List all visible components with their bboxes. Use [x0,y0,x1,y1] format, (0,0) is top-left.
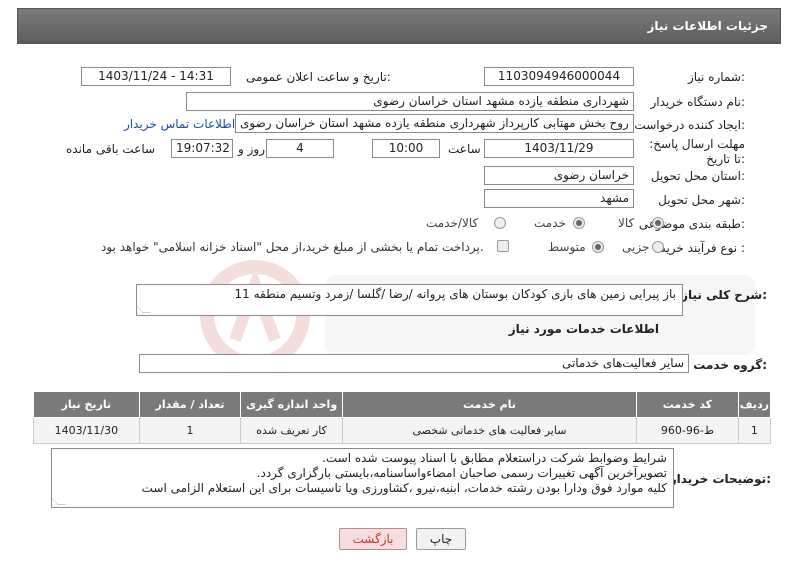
deadline-label: مهلت ارسال پاسخ: تا تاریخ: [649,137,745,166]
remaining-label: ساعت باقی مانده [66,142,156,156]
resize-handle[interactable] [50,497,66,505]
buyer-label: نام دستگاه خریدار: [650,95,746,109]
col-need-date: تاریخ نیاز [33,391,140,418]
province-label: استان محل تحویل: [650,169,745,183]
page-title: جزئیات اطلاعات نیاز [647,19,768,33]
process-medium-label: متوسط [548,240,586,254]
need-number-field: 1103094946000044 [484,67,634,86]
cell-quantity: 1 [138,417,242,444]
treasury-payment-checkbox[interactable] [497,240,509,252]
time-label: ساعت [448,142,481,156]
process-medium-radio[interactable] [592,241,604,253]
resize-handle[interactable] [135,305,151,313]
header-bar: جزئیات اطلاعات نیاز [17,8,781,44]
col-service-name: نام خدمت [341,391,638,418]
city-label: شهر محل تحویل: [658,193,745,207]
category-goods-service-radio[interactable] [494,217,506,229]
buyer-contact-link[interactable]: اطلاعات تماس خریدار [124,117,235,131]
days-field: 4 [266,139,334,158]
category-service-label: خدمت [534,216,566,230]
process-minor-label: جزیی [622,240,650,254]
cell-row-number: 1 [737,417,772,444]
creator-field: سلمان روح بخش مهتابی کارپرداز شهرداری من… [235,114,634,133]
category-goods-radio[interactable] [652,217,664,229]
remaining-time-field: 19:07:32 [171,139,233,158]
days-label: روز و [238,142,265,156]
service-group-field: سایر فعالیت‌های خدماتی [139,354,689,373]
category-goods-label: کالا [618,216,635,230]
back-button[interactable]: بازگشت [339,528,407,550]
print-button[interactable]: چاپ [416,528,466,550]
category-service-radio[interactable] [573,217,585,229]
cell-service-code: ط-96-960 [636,417,739,444]
buyer-notes-label: توضیحات خریدار: [669,472,771,486]
col-quantity: تعداد / مقدار [138,391,242,418]
need-number-label: شماره نیاز: [687,70,745,84]
announce-label: تاریخ و ساعت اعلان عمومی: [246,70,391,84]
cell-need-date: 1403/11/30 [33,417,140,444]
services-table: ردیف کد خدمت نام خدمت واحد اندازه گیری ت… [33,391,772,444]
table-row: 1 ط-96-960 سایر فعالیت های خدماتی شخصی ک… [33,417,772,444]
summary-textarea[interactable]: باز پیرایی زمین های بازی کودکان بوستان ه… [135,284,683,316]
province-field: خراسان رضوی [484,166,634,185]
announce-field: 1403/11/24 - 14:31 [81,67,231,86]
process-minor-radio[interactable] [652,241,664,253]
services-section-title: اطلاعات خدمات مورد نیاز [508,322,659,336]
creator-label: ایجاد کننده درخواست: [634,118,745,132]
service-group-label: گروه خدمت: [693,358,767,372]
col-unit: واحد اندازه گیری [240,391,343,418]
treasury-payment-note: پرداخت تمام یا بخشی از مبلغ خرید،از محل … [101,240,484,254]
buyer-field: شهرداری منطقه یازده مشهد استان خراسان رض… [186,92,634,111]
deadline-time-field: 10:00 [372,139,440,158]
table-header-row: ردیف کد خدمت نام خدمت واحد اندازه گیری ت… [33,391,772,418]
col-row-number: ردیف [737,391,772,418]
notes-line: شرایط وضوابط شرکت دراستعلام مطابق با اسن… [322,451,667,465]
city-field: مشهد [484,189,634,208]
summary-text: باز پیرایی زمین های بازی کودکان بوستان ه… [234,287,676,301]
process-label: نوع فرآیند خرید : [660,241,745,255]
notes-line: کلیه موارد فوق ودارا بودن رشته خدمات، اب… [141,481,667,495]
summary-label: شرح کلی نیاز: [681,288,767,302]
cell-unit: کار تعریف شده [240,417,343,444]
notes-line: تصویرآخرین آگهی تغییرات رسمی صاحبان امضا… [256,466,667,480]
deadline-date-field: 1403/11/29 [484,139,634,158]
category-goods-service-label: کالا/خدمت [426,216,479,230]
col-service-code: کد خدمت [636,391,739,418]
cell-service-name: سایر فعالیت های خدماتی شخصی [341,417,638,444]
buyer-notes-textarea[interactable]: شرایط وضوابط شرکت دراستعلام مطابق با اسن… [50,448,674,508]
